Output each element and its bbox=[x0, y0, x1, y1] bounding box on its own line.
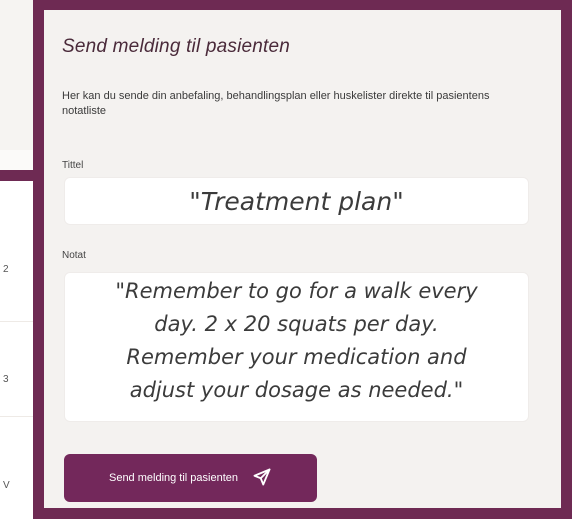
note-line: day. 2 x 20 squats per day. bbox=[154, 312, 439, 336]
note-field-label: Notat bbox=[62, 250, 86, 261]
paper-plane-icon bbox=[252, 467, 272, 490]
dialog-description: Her kan du sende din anbefaling, behandl… bbox=[62, 90, 490, 117]
title-input[interactable]: "Treatment plan" bbox=[64, 177, 529, 225]
note-textarea[interactable]: "Remember to go for a walk every day. 2 … bbox=[64, 272, 529, 422]
dialog-title: Send melding til pasienten bbox=[62, 36, 291, 57]
send-message-dialog: Send melding til pasienten Her kan du se… bbox=[33, 0, 572, 519]
list-row-number: 2 bbox=[3, 264, 9, 275]
note-line: "Remember to go for a walk every bbox=[115, 279, 478, 303]
note-line: adjust your dosage as needed." bbox=[129, 378, 464, 402]
note-line: Remember your medication and bbox=[126, 345, 467, 369]
list-row-number: 3 bbox=[3, 374, 9, 385]
send-message-button[interactable]: Send melding til pasienten bbox=[64, 454, 317, 502]
title-field-label: Tittel bbox=[62, 160, 84, 171]
list-row-number: V bbox=[3, 480, 10, 491]
send-button-label: Send melding til pasienten bbox=[108, 472, 239, 484]
